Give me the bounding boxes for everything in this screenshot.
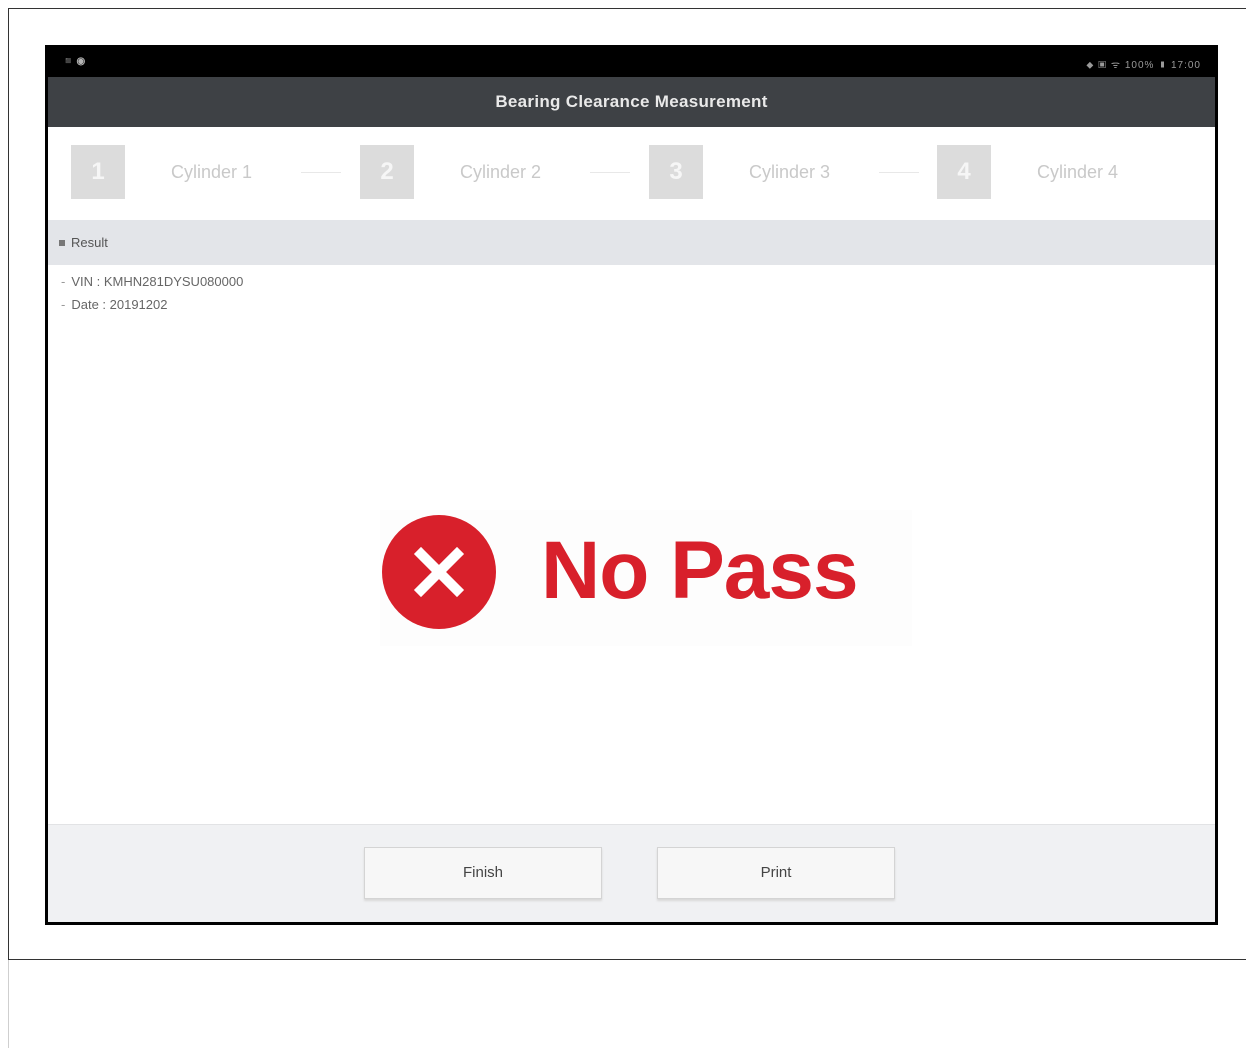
step-1: 1 Cylinder 1 — [71, 145, 361, 201]
step-connector — [590, 172, 630, 173]
page-title: Bearing Clearance Measurement — [495, 92, 768, 111]
result-info: - VIN : KMHN281DYSU080000 - Date : 2019120… — [61, 270, 243, 316]
vin-label: VIN : — [71, 274, 104, 289]
step-label: Cylinder 3 — [749, 162, 831, 182]
finish-button[interactable]: Finish — [364, 847, 602, 899]
status-icons-right: ⬥ ▣ ᯤ 100% ▮ 17:00 — [1086, 60, 1201, 71]
step-3: 3 Cylinder 3 — [649, 145, 939, 201]
dash-icon: - — [61, 274, 66, 289]
step-label: Cylinder 4 — [1037, 162, 1119, 182]
date-label: Date : — [71, 297, 110, 312]
step-connector — [301, 172, 341, 173]
bullet-square-icon — [59, 240, 65, 247]
result-status-text: No Pass — [541, 525, 859, 616]
result-banner: No Pass — [380, 510, 912, 646]
date-value: 20191202 — [109, 297, 168, 312]
print-button[interactable]: Print — [657, 847, 895, 899]
status-icons-left: ◾◉ — [62, 56, 88, 67]
vin-line: - VIN : KMHN281DYSU080000 — [61, 270, 243, 293]
footer-bar: Finish Print — [48, 824, 1215, 922]
step-number: 2 — [360, 145, 414, 199]
vin-value: KMHN281DYSU080000 — [103, 274, 244, 289]
result-section-header: Result — [48, 220, 1215, 265]
date-line: - Date : 20191202 — [61, 293, 243, 316]
step-4: 4 Cylinder 4 — [937, 145, 1215, 201]
step-number: 3 — [649, 145, 703, 199]
title-bar: Bearing Clearance Measurement — [48, 77, 1215, 127]
tablet-screen: ◾◉ ⬥ ▣ ᯤ 100% ▮ 17:00 Bearing Clearance … — [45, 45, 1218, 925]
step-connector — [879, 172, 919, 173]
step-indicator: 1 Cylinder 1 2 Cylinder 2 3 Cylinder 3 4… — [48, 127, 1215, 218]
section-title: Result — [71, 235, 108, 250]
frame-divider — [8, 960, 9, 1048]
dash-icon: - — [61, 297, 66, 312]
step-label: Cylinder 1 — [171, 162, 253, 182]
step-number: 4 — [937, 145, 991, 199]
step-number: 1 — [71, 145, 125, 199]
x-circle-icon — [382, 515, 496, 629]
step-label: Cylinder 2 — [460, 162, 542, 182]
status-bar: ◾◉ ⬥ ▣ ᯤ 100% ▮ 17:00 — [48, 48, 1215, 77]
step-2: 2 Cylinder 2 — [360, 145, 650, 201]
